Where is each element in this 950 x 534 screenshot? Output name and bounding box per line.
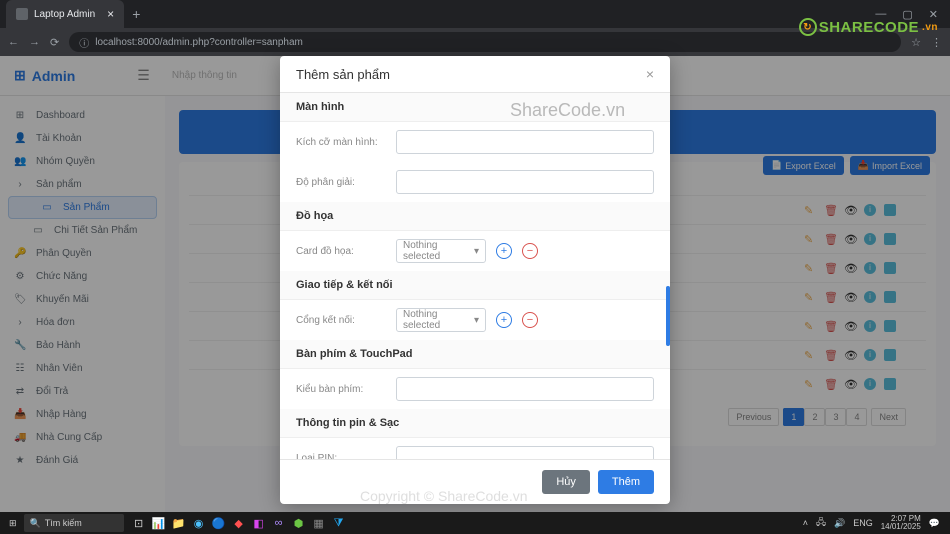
add-product-modal: Thêm sản phẩm × Màn hình Kích cỡ màn hìn…	[280, 56, 670, 504]
resolution-input[interactable]	[396, 170, 654, 194]
modal-header: Thêm sản phẩm ×	[280, 56, 670, 93]
vs-icon[interactable]: ∞	[270, 514, 288, 532]
taskbar-apps: ⊡ 📊 📁 ◉ 🔵 ◆ ◧ ∞ ⬢ ▦ ⧩	[130, 514, 348, 532]
screen-size-input[interactable]	[396, 130, 654, 154]
start-button[interactable]: ⊞	[4, 512, 22, 534]
menu-icon[interactable]: ⋮	[931, 36, 942, 49]
section-graphics: Đồ họa	[280, 202, 670, 231]
battery-type-input[interactable]	[396, 446, 654, 459]
notifications-icon[interactable]: 💬	[929, 518, 940, 529]
chevron-down-icon: ▾	[474, 315, 479, 326]
new-tab-button[interactable]: +	[132, 6, 140, 22]
browser-tab[interactable]: Laptop Admin ×	[6, 0, 124, 28]
port-label: Cổng kết nối:	[296, 315, 386, 326]
port-select[interactable]: Nothing selected▾	[396, 308, 486, 332]
tray-volume-icon[interactable]: 🔊	[834, 518, 845, 529]
chrome-icon[interactable]: 🔵	[210, 514, 228, 532]
tab-close-icon[interactable]: ×	[107, 7, 114, 21]
resolution-label: Độ phân giải:	[296, 177, 386, 188]
section-screen: Màn hình	[280, 93, 670, 122]
tab-title: Laptop Admin	[34, 9, 95, 20]
app-icon[interactable]: 📊	[150, 514, 168, 532]
bookmark-icon[interactable]: ☆	[911, 36, 921, 49]
app-icon[interactable]: ▦	[310, 514, 328, 532]
gpu-select[interactable]: Nothing selected▾	[396, 239, 486, 263]
nav-forward-icon[interactable]: →	[29, 36, 40, 48]
modal-footer: Hủy Thêm	[280, 459, 670, 504]
app-icon[interactable]: ◧	[250, 514, 268, 532]
taskbar-clock[interactable]: 2:07 PM 14/01/2025	[881, 515, 921, 531]
gpu-add-button[interactable]: +	[496, 243, 512, 259]
keyboard-type-label: Kiểu bàn phím:	[296, 384, 386, 395]
modal-body: Màn hình Kích cỡ màn hình: Độ phân giải:…	[280, 93, 670, 459]
tray-network-icon[interactable]: 🖧	[816, 515, 826, 531]
gpu-remove-button[interactable]: −	[522, 243, 538, 259]
taskview-icon[interactable]: ⊡	[130, 514, 148, 532]
port-remove-button[interactable]: −	[522, 312, 538, 328]
url-input[interactable]: ⓘ localhost:8000/admin.php?controller=sa…	[69, 32, 901, 52]
edge-icon[interactable]: ◉	[190, 514, 208, 532]
section-connect: Giao tiếp & kết nối	[280, 271, 670, 300]
sharecode-logo: ↻ SHARECODE.vn	[799, 18, 938, 36]
explorer-icon[interactable]: 📁	[170, 514, 188, 532]
app-icon[interactable]: ⬢	[290, 514, 308, 532]
nav-reload-icon[interactable]: ⟳	[50, 36, 59, 49]
port-add-button[interactable]: +	[496, 312, 512, 328]
tab-favicon	[16, 8, 28, 20]
section-keyboard: Bàn phím & TouchPad	[280, 340, 670, 369]
chevron-down-icon: ▾	[474, 246, 479, 257]
modal-title: Thêm sản phẩm	[296, 67, 390, 82]
section-battery: Thông tin pin & Sạc	[280, 409, 670, 438]
windows-taskbar: ⊞ 🔍 Tìm kiếm ⊡ 📊 📁 ◉ 🔵 ◆ ◧ ∞ ⬢ ▦ ⧩ ˄ 🖧 🔊…	[0, 512, 950, 534]
nav-back-icon[interactable]: ←	[8, 36, 19, 48]
screen-size-label: Kích cỡ màn hình:	[296, 137, 386, 148]
modal-scrollbar[interactable]	[666, 286, 670, 346]
app-icon[interactable]: ◆	[230, 514, 248, 532]
cancel-button[interactable]: Hủy	[542, 470, 590, 494]
url-text: localhost:8000/admin.php?controller=sanp…	[95, 37, 303, 48]
sharecode-icon: ↻	[799, 18, 817, 36]
gpu-label: Card đồ họa:	[296, 246, 386, 257]
tray-lang[interactable]: ENG	[853, 518, 873, 528]
keyboard-type-input[interactable]	[396, 377, 654, 401]
modal-close-icon[interactable]: ×	[646, 66, 654, 82]
vscode-icon[interactable]: ⧩	[330, 514, 348, 532]
taskbar-search[interactable]: 🔍 Tìm kiếm	[24, 514, 124, 532]
tray-chevron-icon[interactable]: ˄	[803, 518, 808, 528]
submit-button[interactable]: Thêm	[598, 470, 654, 494]
